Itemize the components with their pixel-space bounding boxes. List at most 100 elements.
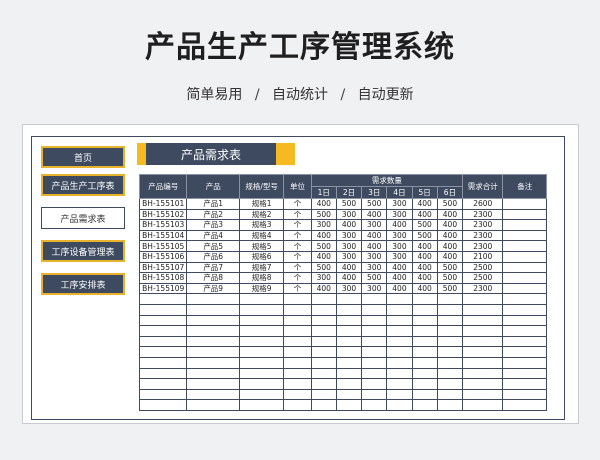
table-cell[interactable]: 400 [310,229,337,242]
table-cell[interactable] [462,335,504,348]
table-cell[interactable]: BH-155105 [138,240,188,252]
table-cell[interactable]: 500 [310,261,337,274]
table-cell[interactable]: 规格8 [238,272,285,284]
table-cell[interactable]: 2300 [462,219,504,231]
table-cell[interactable] [238,388,285,401]
table-cell[interactable]: 规格4 [238,229,285,242]
table-cell[interactable] [238,346,285,358]
table-cell[interactable] [502,229,547,242]
table-cell[interactable]: 300 [386,208,413,221]
table-cell[interactable] [502,399,547,411]
table-cell[interactable]: 产品4 [186,229,240,242]
table-cell[interactable] [361,325,388,337]
table-cell[interactable] [436,293,464,305]
table-cell[interactable]: 400 [335,272,363,284]
table-cell[interactable]: 400 [411,208,438,221]
table-cell[interactable] [186,399,240,411]
table-cell[interactable] [335,346,363,358]
table-cell[interactable] [386,399,413,411]
table-cell[interactable] [310,399,337,411]
table-cell[interactable]: BH-155104 [138,229,188,242]
table-cell[interactable] [502,314,547,327]
table-cell[interactable] [462,378,504,390]
table-cell[interactable] [436,303,464,316]
table-cell[interactable] [436,325,464,337]
table-cell[interactable] [335,314,363,327]
table-cell[interactable]: 400 [310,250,337,263]
table-cell[interactable] [361,356,388,369]
table-cell[interactable]: 个 [283,261,312,274]
table-cell[interactable] [335,325,363,337]
table-cell[interactable] [283,303,312,316]
table-cell[interactable] [411,356,438,369]
table-cell[interactable] [310,388,337,401]
table-cell[interactable]: 400 [436,229,464,242]
table-cell[interactable]: 个 [283,198,312,210]
table-cell[interactable] [310,335,337,348]
table-cell[interactable] [411,399,438,411]
table-cell[interactable] [462,325,504,337]
table-cell[interactable] [411,303,438,316]
table-cell[interactable] [138,378,188,390]
table-cell[interactable] [462,314,504,327]
table-cell[interactable] [335,378,363,390]
table-cell[interactable] [335,293,363,305]
table-cell[interactable]: 产品2 [186,208,240,221]
table-cell[interactable] [310,325,337,337]
table-cell[interactable] [462,356,504,369]
table-cell[interactable] [502,303,547,316]
table-cell[interactable] [386,346,413,358]
table-cell[interactable] [502,250,547,263]
table-cell[interactable] [138,293,188,305]
table-cell[interactable]: BH-155101 [138,198,188,210]
table-cell[interactable] [283,325,312,337]
table-cell[interactable] [436,378,464,390]
table-cell[interactable] [238,293,285,305]
table-cell[interactable] [283,335,312,348]
table-cell[interactable]: 个 [283,229,312,242]
table-cell[interactable]: 个 [283,208,312,221]
table-cell[interactable] [361,303,388,316]
table-cell[interactable]: BH-155106 [138,250,188,263]
table-cell[interactable] [238,314,285,327]
table-cell[interactable] [361,378,388,390]
table-cell[interactable]: 300 [335,250,363,263]
table-cell[interactable]: BH-155107 [138,261,188,274]
table-cell[interactable]: 500 [361,272,388,284]
table-cell[interactable]: 400 [310,282,337,295]
table-cell[interactable]: 300 [310,219,337,231]
table-cell[interactable]: 500 [335,198,363,210]
table-cell[interactable] [386,293,413,305]
nav-demand-table-button[interactable]: 产品需求表 [41,207,125,229]
table-cell[interactable]: 300 [361,261,388,274]
table-cell[interactable] [386,388,413,401]
table-cell[interactable]: 300 [361,250,388,263]
table-cell[interactable] [502,272,547,284]
table-cell[interactable]: 产品7 [186,261,240,274]
table-cell[interactable] [502,293,547,305]
table-cell[interactable] [310,356,337,369]
table-cell[interactable] [436,388,464,401]
table-cell[interactable]: 500 [411,219,438,231]
table-cell[interactable] [283,346,312,358]
table-cell[interactable]: 个 [283,282,312,295]
table-cell[interactable] [335,335,363,348]
table-cell[interactable] [462,399,504,411]
table-cell[interactable] [186,314,240,327]
table-cell[interactable]: 300 [386,229,413,242]
table-cell[interactable]: 400 [335,219,363,231]
table-cell[interactable]: 个 [283,219,312,231]
table-cell[interactable]: 规格1 [238,198,285,210]
table-cell[interactable]: 400 [386,219,413,231]
table-cell[interactable]: 400 [436,219,464,231]
table-cell[interactable] [361,293,388,305]
table-cell[interactable]: 400 [335,261,363,274]
table-cell[interactable] [186,356,240,369]
table-cell[interactable] [386,325,413,337]
table-cell[interactable] [361,314,388,327]
table-cell[interactable] [411,325,438,337]
table-cell[interactable]: 2500 [462,272,504,284]
table-cell[interactable] [361,367,388,380]
table-cell[interactable] [138,325,188,337]
table-cell[interactable] [283,378,312,390]
